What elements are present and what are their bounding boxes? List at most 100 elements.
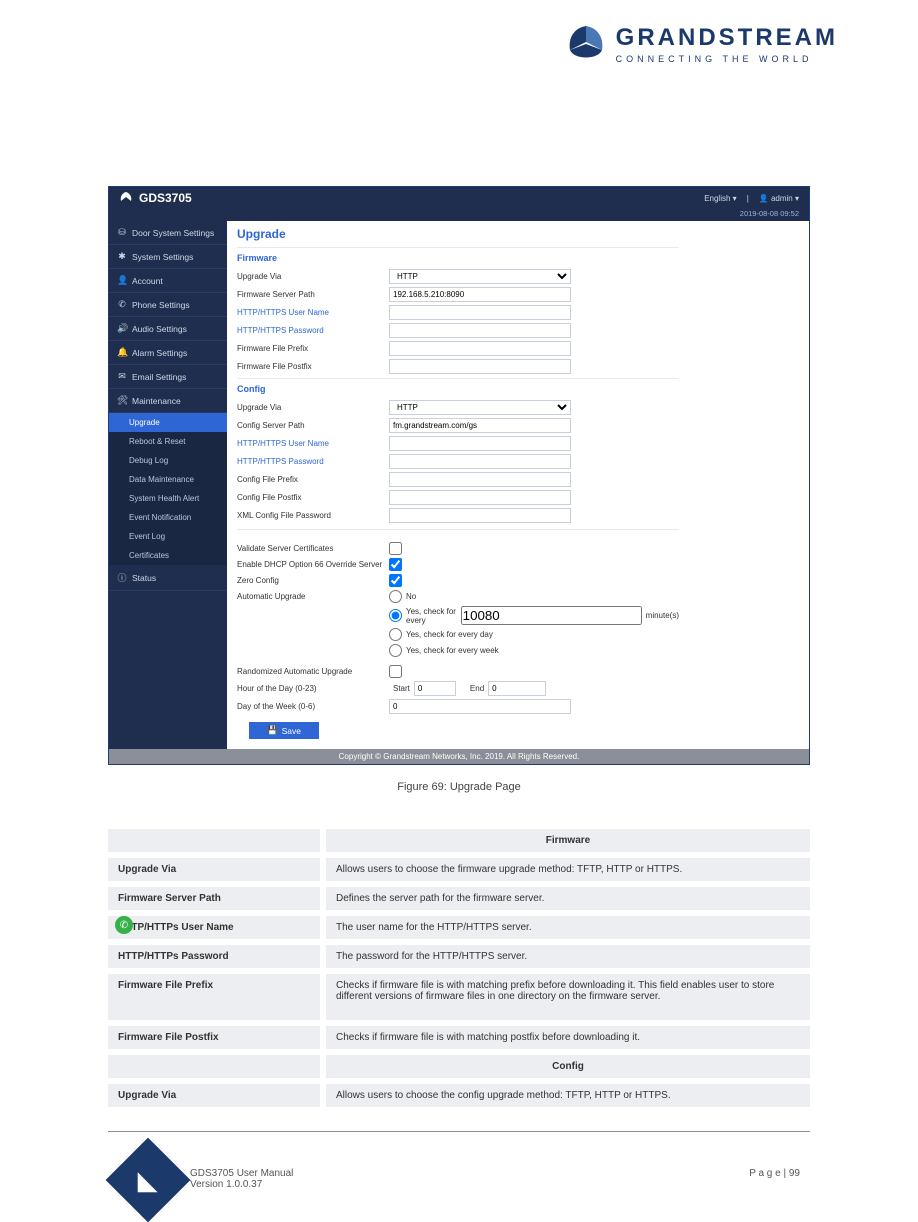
app-topbar: GDS3705 English ▾ | 👤 admin ▾ <box>109 187 809 209</box>
description-table: Firmware Upgrade Via Allows users to choos… <box>108 829 810 1107</box>
sidebar-item-status[interactable]: ⓘ Status <box>109 565 227 591</box>
radio-auto-day[interactable] <box>389 628 402 641</box>
table-field-desc: Allows users to choose the firmware upgr… <box>326 858 810 881</box>
brand-logo: GRANDSTREAM CONNECTING THE WORLD <box>564 22 838 66</box>
input-cfg-postfix[interactable] <box>389 490 571 505</box>
label-cfg-xmlpass: XML Config File Password <box>237 511 389 520</box>
input-fw-path[interactable] <box>389 287 571 302</box>
sidebar-item-label: System Settings <box>132 252 193 262</box>
sidebar-item-label: Phone Settings <box>132 300 190 310</box>
input-day-of-week[interactable] <box>389 699 571 714</box>
input-fw-pass[interactable] <box>389 323 571 338</box>
user-menu[interactable]: 👤 admin ▾ <box>759 194 799 203</box>
label-cfg-user: HTTP/HTTPS User Name <box>237 439 389 448</box>
sidebar-icon: 🛠 <box>117 395 127 406</box>
label-hour-of-day: Hour of the Day (0-23) <box>237 684 389 693</box>
sidebar-subitem[interactable]: Debug Log <box>109 451 227 470</box>
save-button[interactable]: 💾 Save <box>249 722 319 739</box>
label-fw-user: HTTP/HTTPS User Name <box>237 308 389 317</box>
input-auto-minutes[interactable] <box>461 606 642 625</box>
footer-version: Version 1.0.0.37 <box>190 1179 810 1190</box>
sidebar-subitem[interactable]: Certificates <box>109 546 227 565</box>
label-cfg-via: Upgrade Via <box>237 403 389 412</box>
sidebar-item[interactable]: 👤 Account <box>109 269 227 293</box>
label-fw-path: Firmware Server Path <box>237 290 389 299</box>
app-footer: Copyright © Grandstream Networks, Inc. 2… <box>109 749 809 764</box>
label-cfg-pass: HTTP/HTTPS Password <box>237 457 389 466</box>
radio-auto-every[interactable] <box>389 609 402 622</box>
app-screenshot: GDS3705 English ▾ | 👤 admin ▾ 2019-08-08… <box>108 186 810 765</box>
sidebar-item[interactable]: ✆Phone Settings <box>109 293 227 317</box>
sidebar-subitem[interactable]: Upgrade <box>109 413 227 432</box>
input-fw-prefix[interactable] <box>389 341 571 356</box>
input-fw-postfix[interactable] <box>389 359 571 374</box>
sidebar-subitem[interactable]: Event Notification <box>109 508 227 527</box>
call-badge[interactable]: ✆ <box>115 916 133 934</box>
select-fw-via[interactable]: HTTP <box>389 269 571 284</box>
sidebar-subitem[interactable]: Reboot & Reset <box>109 432 227 451</box>
sidebar-subitem[interactable]: System Health Alert <box>109 489 227 508</box>
input-cfg-prefix[interactable] <box>389 472 571 487</box>
info-icon: ⓘ <box>117 571 127 584</box>
sidebar-item[interactable]: 🔊 Audio Settings <box>109 317 227 341</box>
save-icon: 💾 <box>267 725 278 736</box>
table-field-name: Upgrade Via <box>108 1084 320 1107</box>
input-cfg-user[interactable] <box>389 436 571 451</box>
sidebar-item-label: Account <box>132 276 163 286</box>
input-cfg-path[interactable] <box>389 418 571 433</box>
label-fw-postfix: Firmware File Postfix <box>237 362 389 371</box>
sidebar-item[interactable]: ⛁Door System Settings <box>109 221 227 245</box>
table-field-name: Upgrade Via <box>108 858 320 881</box>
checkbox-validate-cert[interactable] <box>389 542 402 555</box>
radio-auto-no[interactable] <box>389 590 402 603</box>
table-field-name: Firmware Server Path <box>108 887 320 910</box>
sidebar-subitem[interactable]: Data Maintenance <box>109 470 227 489</box>
sidebar-icon: ✉ <box>117 371 127 382</box>
label-dhcp66: Enable DHCP Option 66 Override Server <box>237 560 389 569</box>
input-hour-start[interactable] <box>414 681 456 696</box>
sidebar-item[interactable]: ✉ Email Settings <box>109 365 227 389</box>
checkbox-dhcp66[interactable] <box>389 558 402 571</box>
section-config: Config <box>237 378 679 394</box>
label-fw-pass: HTTP/HTTPS Password <box>237 326 389 335</box>
table-field-desc: Checks if firmware file is with matching… <box>326 974 810 1020</box>
sidebar-item[interactable]: 🛠 Maintenance <box>109 389 227 413</box>
checkbox-zero-config[interactable] <box>389 574 402 587</box>
table-field-desc: Checks if firmware file is with matching… <box>326 1026 810 1049</box>
sidebar-subitem[interactable]: Event Log <box>109 527 227 546</box>
sidebar-item-label: Audio Settings <box>132 324 187 334</box>
label-day-of-week: Day of the Week (0-6) <box>237 702 389 711</box>
label-zero-config: Zero Config <box>237 576 389 585</box>
label-auto-upgrade: Automatic Upgrade <box>237 592 389 601</box>
sidebar-item-label: Email Settings <box>132 372 186 382</box>
table-field-name: Firmware File Postfix <box>108 1026 320 1049</box>
sidebar-item[interactable]: 🔔Alarm Settings <box>109 341 227 365</box>
input-cfg-pass[interactable] <box>389 454 571 469</box>
input-fw-user[interactable] <box>389 305 571 320</box>
table-field-desc: The password for the HTTP/HTTPS server. <box>326 945 810 968</box>
sidebar-icon: 👤 <box>117 275 127 286</box>
sidebar-item[interactable]: ✱ System Settings <box>109 245 227 269</box>
label-start: Start <box>393 684 410 693</box>
input-cfg-xmlpass[interactable] <box>389 508 571 523</box>
figure-caption: Figure 69: Upgrade Page <box>0 781 918 793</box>
phone-icon: ✆ <box>120 920 128 931</box>
sidebar-icon: 🔊 <box>117 323 127 334</box>
select-cfg-via[interactable]: HTTP <box>389 400 571 415</box>
brand-logo-icon <box>564 22 608 66</box>
checkbox-rand-upgrade[interactable] <box>389 665 402 678</box>
label-cfg-postfix: Config File Postfix <box>237 493 389 502</box>
table-section-header: Firmware <box>326 829 810 852</box>
table-field-desc: The user name for the HTTP/HTTPS server. <box>326 916 810 939</box>
sidebar-item-label: Status <box>132 573 156 583</box>
radio-auto-week[interactable] <box>389 644 402 657</box>
label-rand-upgrade: Randomized Automatic Upgrade <box>237 667 389 676</box>
sidebar-item-label: Maintenance <box>132 396 181 406</box>
language-selector[interactable]: English ▾ <box>704 194 737 203</box>
page-number: P a g e | 99 <box>749 1168 800 1179</box>
document-header: GRANDSTREAM CONNECTING THE WORLD <box>0 0 918 76</box>
input-hour-end[interactable] <box>488 681 546 696</box>
page-title: Upgrade <box>237 227 679 241</box>
sidebar-icon: ✱ <box>117 251 127 262</box>
table-section-header: Config <box>326 1055 810 1078</box>
